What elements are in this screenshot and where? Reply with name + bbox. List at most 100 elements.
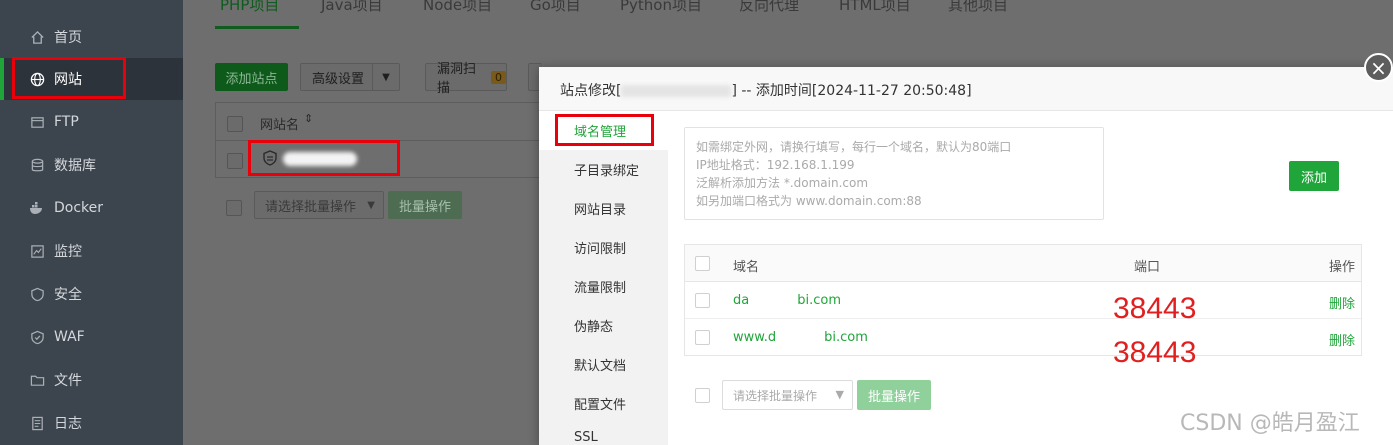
- domain-part-b: bi.com: [824, 330, 868, 345]
- project-tabs: PHP项目 Java项目 Node项目 Go项目 Python项目 反向代理 H…: [183, 0, 1393, 30]
- batch-operation-select[interactable]: 请选择批量操作 ▼: [254, 191, 384, 219]
- sidebar-item-label: 安全: [54, 287, 82, 303]
- domain-part-b: bi.com: [797, 293, 841, 308]
- sidebar-item-label: 数据库: [54, 158, 96, 174]
- log-icon: [29, 415, 45, 431]
- docker-icon: [29, 200, 45, 216]
- sidebar-item-ftp[interactable]: FTP: [0, 101, 183, 143]
- batch-operation-button[interactable]: 批量操作: [388, 191, 462, 219]
- batch-select-checkbox[interactable]: [695, 388, 710, 403]
- delete-link[interactable]: 删除: [1329, 330, 1355, 349]
- close-modal-button[interactable]: ×: [1364, 53, 1393, 82]
- sidebar-item-label: 首页: [54, 30, 82, 46]
- side-item-rewrite[interactable]: 伪静态: [539, 306, 668, 345]
- redacted-domain-part: [749, 295, 798, 306]
- site-db-icon: [263, 150, 277, 166]
- active-tab-indicator: [215, 26, 299, 29]
- side-item-config-file[interactable]: 配置文件: [539, 384, 668, 423]
- sort-icon[interactable]: ⇕: [304, 112, 313, 125]
- batch-select-checkbox[interactable]: [226, 200, 242, 216]
- vuln-scan-label: 漏洞扫描: [437, 62, 477, 96]
- side-item-site-directory[interactable]: 网站目录: [539, 189, 668, 228]
- sidebar-item-waf[interactable]: WAF: [0, 316, 183, 358]
- folder-icon: [29, 372, 45, 388]
- domain-part-a: da: [733, 293, 750, 308]
- add-domain-button[interactable]: 添加: [1289, 161, 1339, 191]
- chevron-down-icon: ▼: [367, 199, 375, 211]
- sidebar-item-home[interactable]: 首页: [0, 16, 183, 58]
- batch-select-placeholder: 请选择批量操作: [265, 199, 357, 215]
- sidebar-item-website[interactable]: 网站: [0, 58, 183, 100]
- sidebar-item-label: FTP: [54, 114, 79, 130]
- tab-java[interactable]: Java项目: [321, 0, 383, 15]
- sidebar-item-logs[interactable]: 日志: [0, 402, 183, 444]
- advanced-dropdown-toggle[interactable]: ▼: [372, 63, 400, 91]
- modal-title: 站点修改[] -- 添加时间[2024-11-27 20:50:48]: [560, 80, 972, 100]
- batch-operation-button[interactable]: 批量操作: [857, 380, 931, 410]
- add-site-button[interactable]: 添加站点: [215, 63, 288, 91]
- tab-php[interactable]: PHP项目: [220, 0, 279, 15]
- side-item-traffic-limit[interactable]: 流量限制: [539, 267, 668, 306]
- sidebar-item-security[interactable]: 安全: [0, 273, 183, 315]
- monitor-icon: [29, 243, 45, 259]
- tab-python[interactable]: Python项目: [620, 0, 702, 15]
- domain-cell: da bi.com: [733, 293, 841, 308]
- batch-select-placeholder: 请选择批量操作: [733, 388, 818, 403]
- modal-header: 站点修改[] -- 添加时间[2024-11-27 20:50:48]: [539, 67, 1393, 111]
- chevron-down-icon: ▼: [835, 388, 844, 401]
- port-annotation-1: 38443: [1113, 292, 1197, 325]
- row-checkbox[interactable]: [695, 293, 710, 308]
- modal-title-suffix: ] -- 添加时间[2024-11-27 20:50:48]: [731, 83, 972, 99]
- sidebar-item-label: 文件: [54, 373, 82, 389]
- row-checkbox[interactable]: [695, 330, 710, 345]
- sidebar: 首页 网站 FTP 数据库 Docker 监控 安全 WAF 文件 日志: [0, 0, 183, 445]
- side-item-access-restriction[interactable]: 访问限制: [539, 228, 668, 267]
- tab-reverse-proxy[interactable]: 反向代理: [739, 0, 799, 15]
- sidebar-item-docker[interactable]: Docker: [0, 187, 183, 229]
- tab-go[interactable]: Go项目: [530, 0, 581, 15]
- select-all-checkbox[interactable]: [227, 116, 243, 132]
- domain-cell: www.d bi.com: [733, 330, 868, 345]
- side-item-domain-management[interactable]: 域名管理: [539, 111, 668, 150]
- domain-input-textarea[interactable]: 如需绑定外网，请换行填写，每行一个域名，默认为80端口 IP地址格式：192.1…: [684, 127, 1104, 220]
- globe-icon: [29, 71, 45, 87]
- tab-other[interactable]: 其他项目: [948, 0, 1008, 15]
- database-icon: [29, 157, 45, 173]
- side-item-subdirectory-binding[interactable]: 子目录绑定: [539, 150, 668, 189]
- redacted-ip: [621, 85, 732, 97]
- home-icon: [29, 29, 45, 45]
- port-annotation-2: 38443: [1113, 336, 1197, 369]
- redacted-domain-part: [776, 332, 825, 343]
- sidebar-item-database[interactable]: 数据库: [0, 144, 183, 186]
- domain-part-a: www.d: [733, 330, 777, 345]
- modal-side-menu: 域名管理 子目录绑定 网站目录 访问限制 流量限制 伪静态 默认文档 配置文件 …: [539, 111, 668, 445]
- domain-table-header: 域名 端口 操作: [685, 245, 1361, 282]
- chevron-down-icon: ▼: [382, 71, 390, 83]
- col-domain-header: 域名: [733, 260, 760, 275]
- sidebar-item-label: WAF: [54, 329, 85, 345]
- side-item-default-document[interactable]: 默认文档: [539, 345, 668, 384]
- vuln-count-badge: 0: [491, 70, 506, 84]
- sidebar-item-monitor[interactable]: 监控: [0, 230, 183, 272]
- sidebar-item-label: 日志: [54, 416, 82, 432]
- site-edit-modal: 站点修改[] -- 添加时间[2024-11-27 20:50:48] 域名管理…: [539, 67, 1393, 445]
- tab-html[interactable]: HTML项目: [839, 0, 911, 15]
- sidebar-item-label: 监控: [54, 244, 82, 260]
- select-all-checkbox[interactable]: [695, 256, 710, 271]
- col-action-header: 操作: [1329, 260, 1356, 275]
- tab-node[interactable]: Node项目: [423, 0, 492, 15]
- batch-operation-select[interactable]: 请选择批量操作 ▼: [722, 380, 853, 410]
- domain-table: 域名 端口 操作 da bi.com 删除 www.d bi.com 删除: [684, 244, 1362, 356]
- table-row: www.d bi.com 删除: [685, 319, 1361, 356]
- col-port-header: 端口: [1134, 260, 1161, 275]
- side-item-ssl[interactable]: SSL: [539, 423, 668, 445]
- row-checkbox[interactable]: [227, 153, 243, 169]
- vuln-scan-button[interactable]: 漏洞扫描 0: [425, 62, 507, 96]
- sidebar-item-label: Docker: [54, 200, 104, 216]
- col-sitename-header[interactable]: 网站名: [260, 114, 299, 133]
- shield-icon: [29, 286, 45, 302]
- delete-link[interactable]: 删除: [1329, 293, 1355, 312]
- sidebar-item-files[interactable]: 文件: [0, 359, 183, 401]
- sidebar-item-label: 网站: [54, 72, 82, 88]
- advanced-settings-button[interactable]: 高级设置: [300, 63, 375, 91]
